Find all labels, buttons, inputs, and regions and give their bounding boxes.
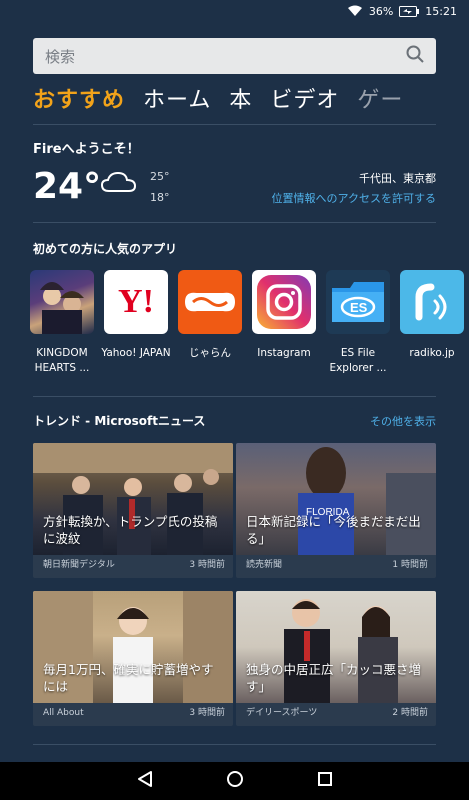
high-temperature: 25° <box>150 170 170 183</box>
news-card[interactable]: 方針転換か、トランプ氏の投稿に波紋 朝日新聞デジタル 3 時間前 <box>33 443 233 578</box>
low-temperature: 18° <box>150 191 170 204</box>
app-kingdom-hearts[interactable]: KINGDOM HEARTS ... <box>29 270 95 380</box>
app-jalan[interactable]: じゃらん <box>177 270 243 380</box>
home-icon[interactable] <box>226 770 244 792</box>
app-label: じゃらん <box>189 347 231 359</box>
radiko-icon[interactable] <box>400 270 464 334</box>
clock: 15:21 <box>425 4 457 18</box>
news-source: 読売新聞 <box>246 560 283 570</box>
divider <box>33 222 436 223</box>
navigation-bar <box>0 762 469 800</box>
news-time: 2 時間前 <box>392 708 428 718</box>
instagram-icon[interactable] <box>252 270 316 334</box>
app-radiko[interactable]: radiko.jp <box>399 270 465 380</box>
news-card[interactable]: 毎月1万円、確実に貯蓄増やすには All About 3 時間前 <box>33 591 233 726</box>
current-temperature: 24° <box>33 166 102 207</box>
jalan-icon[interactable] <box>178 270 242 334</box>
news-time: 1 時間前 <box>392 560 428 570</box>
news-source: 朝日新聞デジタル <box>43 560 115 570</box>
kingdom-hearts-icon[interactable] <box>30 270 94 334</box>
news-headline: 方針転換か、トランプ氏の投稿に波紋 <box>43 514 218 546</box>
search-icon[interactable] <box>406 45 424 67</box>
news-headline: 独身の中居正広「カッコ悪さ増す」 <box>246 662 422 694</box>
divider <box>33 744 436 745</box>
app-es-file-explorer[interactable]: ES ES File Explorer ... <box>325 270 391 380</box>
tab-books[interactable]: 本 <box>229 82 252 114</box>
apps-row: KINGDOM HEARTS ... Y! Yahoo! JAPAN じゃらん … <box>29 270 469 380</box>
category-tabs: おすすめ ホーム 本 ビデオ ゲー <box>33 80 436 116</box>
battery-percent: 36% <box>368 4 394 18</box>
apps-section-title: 初めての方に人気のアプリ <box>33 242 178 256</box>
divider <box>33 396 436 397</box>
app-label: Instagram <box>257 347 311 359</box>
es-file-explorer-icon[interactable]: ES <box>326 270 390 334</box>
news-headline: 日本新記録に「今後まだまだ出る」 <box>246 514 421 546</box>
tab-home[interactable]: ホーム <box>143 82 211 114</box>
battery-icon <box>399 5 420 17</box>
location-permission-link[interactable]: 位置情報へのアクセスを許可する <box>272 190 436 206</box>
welcome-title: Fireへようこそ！ <box>33 142 140 157</box>
search-placeholder: 検索 <box>45 47 76 66</box>
wifi-icon <box>347 5 363 17</box>
tab-games[interactable]: ゲー <box>357 82 403 114</box>
news-card[interactable]: FLORIDA 日本新記録に「今後まだまだ出る」 読売新聞 1 時間前 <box>236 443 436 578</box>
app-label: radiko.jp <box>409 347 455 359</box>
app-yahoo-japan[interactable]: Y! Yahoo! JAPAN <box>101 270 171 380</box>
location: 千代田、東京都 <box>359 172 436 185</box>
news-source: デイリースポーツ <box>246 708 318 718</box>
app-label: Yahoo! JAPAN <box>101 347 171 359</box>
tab-video[interactable]: ビデオ <box>270 82 339 114</box>
news-source: All About <box>43 708 84 718</box>
news-time: 3 時間前 <box>189 560 225 570</box>
news-card[interactable]: 独身の中居正広「カッコ悪さ増す」 デイリースポーツ 2 時間前 <box>236 591 436 726</box>
cloud-icon <box>100 170 138 198</box>
recents-icon[interactable] <box>317 771 333 791</box>
back-icon[interactable] <box>136 770 154 792</box>
app-label: ES File Explorer ... <box>329 347 387 374</box>
news-headline: 毎月1万円、確実に貯蓄増やすには <box>43 662 214 694</box>
tab-recommended[interactable]: おすすめ <box>33 82 125 114</box>
news-time: 3 時間前 <box>189 708 225 718</box>
app-label: KINGDOM HEARTS ... <box>34 347 90 374</box>
trend-section-title: トレンド - Microsoftニュース <box>33 414 206 428</box>
divider <box>33 124 436 125</box>
search-input[interactable]: 検索 <box>33 38 436 74</box>
app-instagram[interactable]: Instagram <box>251 270 317 380</box>
svg-text:ES: ES <box>350 300 368 315</box>
status-bar: 36% 15:21 <box>0 0 469 22</box>
show-more-link[interactable]: その他を表示 <box>370 413 436 429</box>
yahoo-japan-icon[interactable]: Y! <box>104 270 168 334</box>
